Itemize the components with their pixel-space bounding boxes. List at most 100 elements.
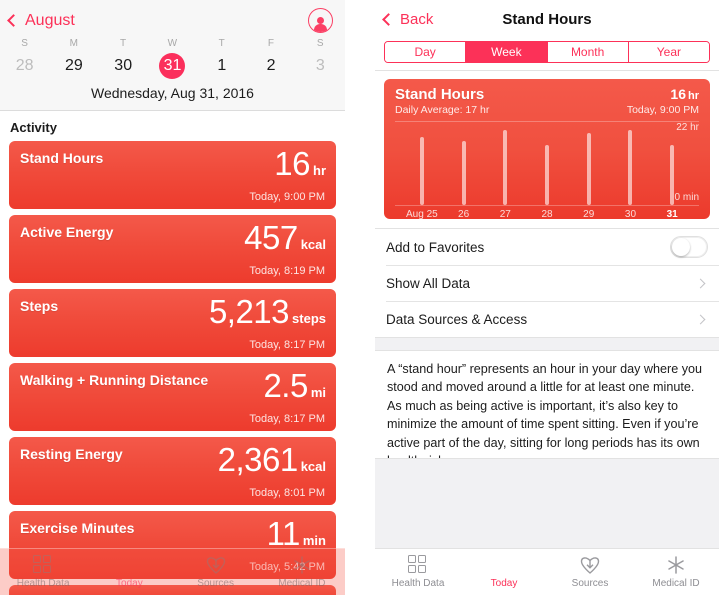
card-number: 2.5 (263, 367, 308, 404)
activity-card-resting-energy[interactable]: Resting Energy 2,361 kcal Today, 8:01 PM (9, 437, 336, 505)
chart-timestamp: Today, 9:00 PM (626, 104, 699, 116)
tab-today[interactable]: Today (86, 549, 172, 595)
chart-value-unit: hr (688, 90, 699, 102)
profile-icon[interactable] (308, 8, 333, 33)
x-tick-label-current: 31 (666, 209, 678, 219)
activity-card-active-energy[interactable]: Active Energy 457 kcal Today, 8:19 PM (9, 215, 336, 283)
asterisk-icon (291, 555, 313, 575)
tab-label: Today (116, 578, 143, 589)
activity-card-walking-running-distance[interactable]: Walking + Running Distance 2.5 mi Today,… (9, 363, 336, 431)
page-title: Stand Hours (502, 10, 592, 28)
chart-header-left: Stand Hours Daily Average: 17 hr (395, 86, 489, 116)
weekday-initial: S (21, 38, 29, 49)
stand-hours-detail-panel: Back Stand Hours Day Week Month Year Sta… (375, 0, 719, 595)
activity-card-stand-hours[interactable]: Stand Hours 16 hr Today, 9:00 PM (9, 141, 336, 209)
card-unit: hr (313, 163, 326, 178)
weekday-row: S M T W T F S (0, 37, 345, 52)
x-tick-label: Aug 25 (406, 209, 438, 219)
toggle-knob (672, 238, 690, 256)
tab-bar: Health Data Today Sources Medical ID (375, 548, 719, 595)
back-label: August (25, 11, 75, 29)
bar-slot (610, 122, 652, 205)
card-timestamp: Today, 8:01 PM (249, 487, 325, 499)
range-selector-wrap: Day Week Month Year (375, 38, 719, 71)
bottom-filler (375, 458, 719, 548)
row-data-sources-access[interactable]: Data Sources & Access (375, 301, 719, 337)
range-segmented-control: Day Week Month Year (384, 41, 710, 63)
bar-slot (651, 122, 693, 205)
weekday-initial: T (218, 38, 225, 49)
tab-health-data[interactable]: Health Data (0, 549, 86, 595)
download-heart-icon (205, 555, 227, 575)
card-title: Stand Hours (20, 150, 104, 166)
x-tick-label: 30 (624, 209, 637, 219)
date-cell[interactable]: 28 (0, 52, 49, 82)
x-axis-line (395, 205, 699, 206)
segment-day[interactable]: Day (385, 42, 467, 62)
weekday-initial: T (120, 38, 127, 49)
card-title: Walking + Running Distance (20, 372, 209, 388)
tab-health-data[interactable]: Health Data (375, 549, 461, 595)
card-unit: steps (292, 311, 326, 326)
row-show-all-data[interactable]: Show All Data (375, 265, 719, 301)
segment-month[interactable]: Month (547, 42, 629, 62)
chart-current-value: 16 hr (627, 86, 699, 102)
date-cell-selected[interactable]: 31 (148, 52, 197, 82)
chart-header-right: 16 hr Today, 9:00 PM (627, 86, 699, 116)
activity-card-steps[interactable]: Steps 5,213 steps Today, 8:17 PM (9, 289, 336, 357)
tab-sources[interactable]: Sources (173, 549, 259, 595)
activity-section-title: Activity (0, 111, 345, 141)
x-axis-labels: Aug 25 26 27 28 29 30 31 (384, 206, 710, 219)
today-panel: August S M T W T F S 28 29 30 31 1 2 3 W… (0, 0, 345, 595)
date-cell[interactable]: 30 (99, 52, 148, 82)
chart-bar (461, 140, 466, 205)
calendar-top-bar: August (0, 6, 345, 37)
list-spacer (375, 337, 719, 351)
card-value: 457 kcal (244, 221, 326, 254)
date-cell[interactable]: 3 (296, 52, 345, 82)
date-cell[interactable]: 29 (49, 52, 98, 82)
date-cell[interactable]: 2 (246, 52, 295, 82)
card-title: Resting Energy (20, 446, 123, 462)
back-to-august-button[interactable]: August (7, 11, 75, 30)
date-number: 31 (163, 57, 182, 74)
card-number: 2,361 (217, 441, 299, 478)
nav-bar: Back Stand Hours (375, 0, 719, 38)
calendar-header: August S M T W T F S 28 29 30 31 1 2 3 W… (0, 0, 345, 111)
tab-label: Health Data (16, 578, 70, 589)
date-number: 29 (65, 57, 83, 74)
chart-bar (503, 129, 508, 205)
weekday-initial: F (267, 38, 275, 49)
weekday-initial: W (167, 38, 178, 49)
segment-year[interactable]: Year (628, 42, 709, 62)
card-title: Active Energy (20, 224, 114, 240)
chart-value-number: 16 (670, 86, 686, 102)
tab-medical-id[interactable]: Medical ID (633, 549, 719, 595)
segment-week[interactable]: Week (466, 42, 548, 62)
tab-label: Medical ID (652, 578, 700, 589)
row-label: Show All Data (386, 275, 471, 291)
date-cell[interactable]: 1 (197, 52, 246, 82)
row-add-to-favorites[interactable]: Add to Favorites (375, 229, 719, 265)
card-title: Steps (20, 298, 59, 314)
chart-bar (419, 137, 424, 205)
date-number: 30 (114, 57, 133, 74)
tab-today[interactable]: Today (461, 549, 547, 595)
app-screenshot: August S M T W T F S 28 29 30 31 1 2 3 W… (0, 0, 719, 595)
asterisk-icon (665, 555, 687, 575)
weekday-initial: M (69, 38, 79, 49)
card-title: Exercise Minutes (20, 520, 135, 536)
settings-list: Add to Favorites Show All Data Data Sour… (375, 228, 719, 337)
weekday-initial: S (316, 38, 324, 49)
tab-sources[interactable]: Sources (547, 549, 633, 595)
tab-medical-id[interactable]: Medical ID (259, 549, 345, 595)
download-heart-icon (579, 555, 601, 575)
card-unit: kcal (300, 459, 326, 474)
stand-hours-chart-card[interactable]: Stand Hours Daily Average: 17 hr 16 hr To… (384, 79, 710, 219)
date-number: 3 (315, 57, 325, 74)
chart-bar (628, 129, 633, 205)
calendar-icon (118, 555, 140, 575)
favorites-toggle[interactable] (670, 236, 708, 258)
selected-date-label: Wednesday, Aug 31, 2016 (91, 85, 254, 101)
chevron-left-icon (7, 14, 20, 27)
